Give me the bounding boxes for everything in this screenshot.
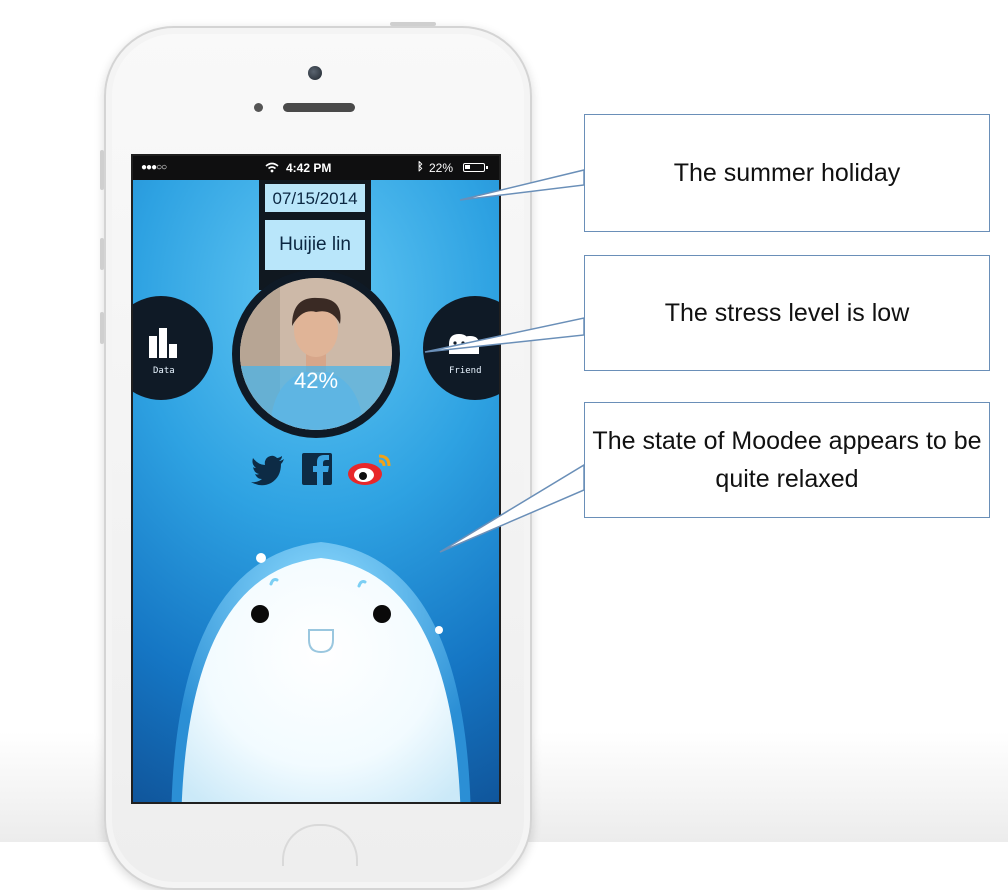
front-camera [308, 66, 322, 80]
user-avatar[interactable]: 42% [240, 278, 392, 430]
status-time: 4:42 PM [286, 161, 332, 175]
friends-icon [449, 334, 479, 354]
facebook-icon[interactable] [301, 452, 333, 486]
volume-up-button[interactable] [100, 238, 104, 270]
battery-icon [463, 163, 488, 172]
friend-button-label: Friend [449, 366, 482, 376]
callout-stress-level: The stress level is low [584, 255, 990, 371]
earpiece-speaker [283, 103, 355, 112]
bluetooth-icon: ᛒ [417, 161, 424, 173]
callout-moodee-state: The state of Moodee appears to be quite … [584, 402, 990, 518]
wifi-icon [265, 162, 279, 173]
home-button[interactable] [282, 824, 358, 866]
status-bar: ●●●○○ 4:42 PM ᛒ 22% [133, 156, 499, 180]
data-button-label: Data [153, 366, 175, 376]
signal-strength: ●●●○○ [141, 162, 167, 173]
weibo-icon[interactable] [347, 452, 393, 486]
twitter-icon[interactable] [251, 452, 287, 486]
app-screen: ●●●○○ 4:42 PM ᛒ 22% 07/15/2014 Huijie li… [131, 154, 501, 804]
power-button[interactable] [390, 22, 436, 26]
volume-down-button[interactable] [100, 312, 104, 344]
moodee-mascot [171, 542, 471, 802]
battery-percentage: 22% [429, 161, 454, 175]
date-tag: 07/15/2014 [265, 184, 365, 212]
stress-level-text: 42% [293, 368, 339, 393]
bar-chart-icon [149, 326, 183, 358]
user-name-tag[interactable]: Huijie lin [265, 220, 365, 270]
mute-switch[interactable] [100, 150, 104, 190]
proximity-sensor [254, 103, 263, 112]
callout-summer-holiday: The summer holiday [584, 114, 990, 232]
